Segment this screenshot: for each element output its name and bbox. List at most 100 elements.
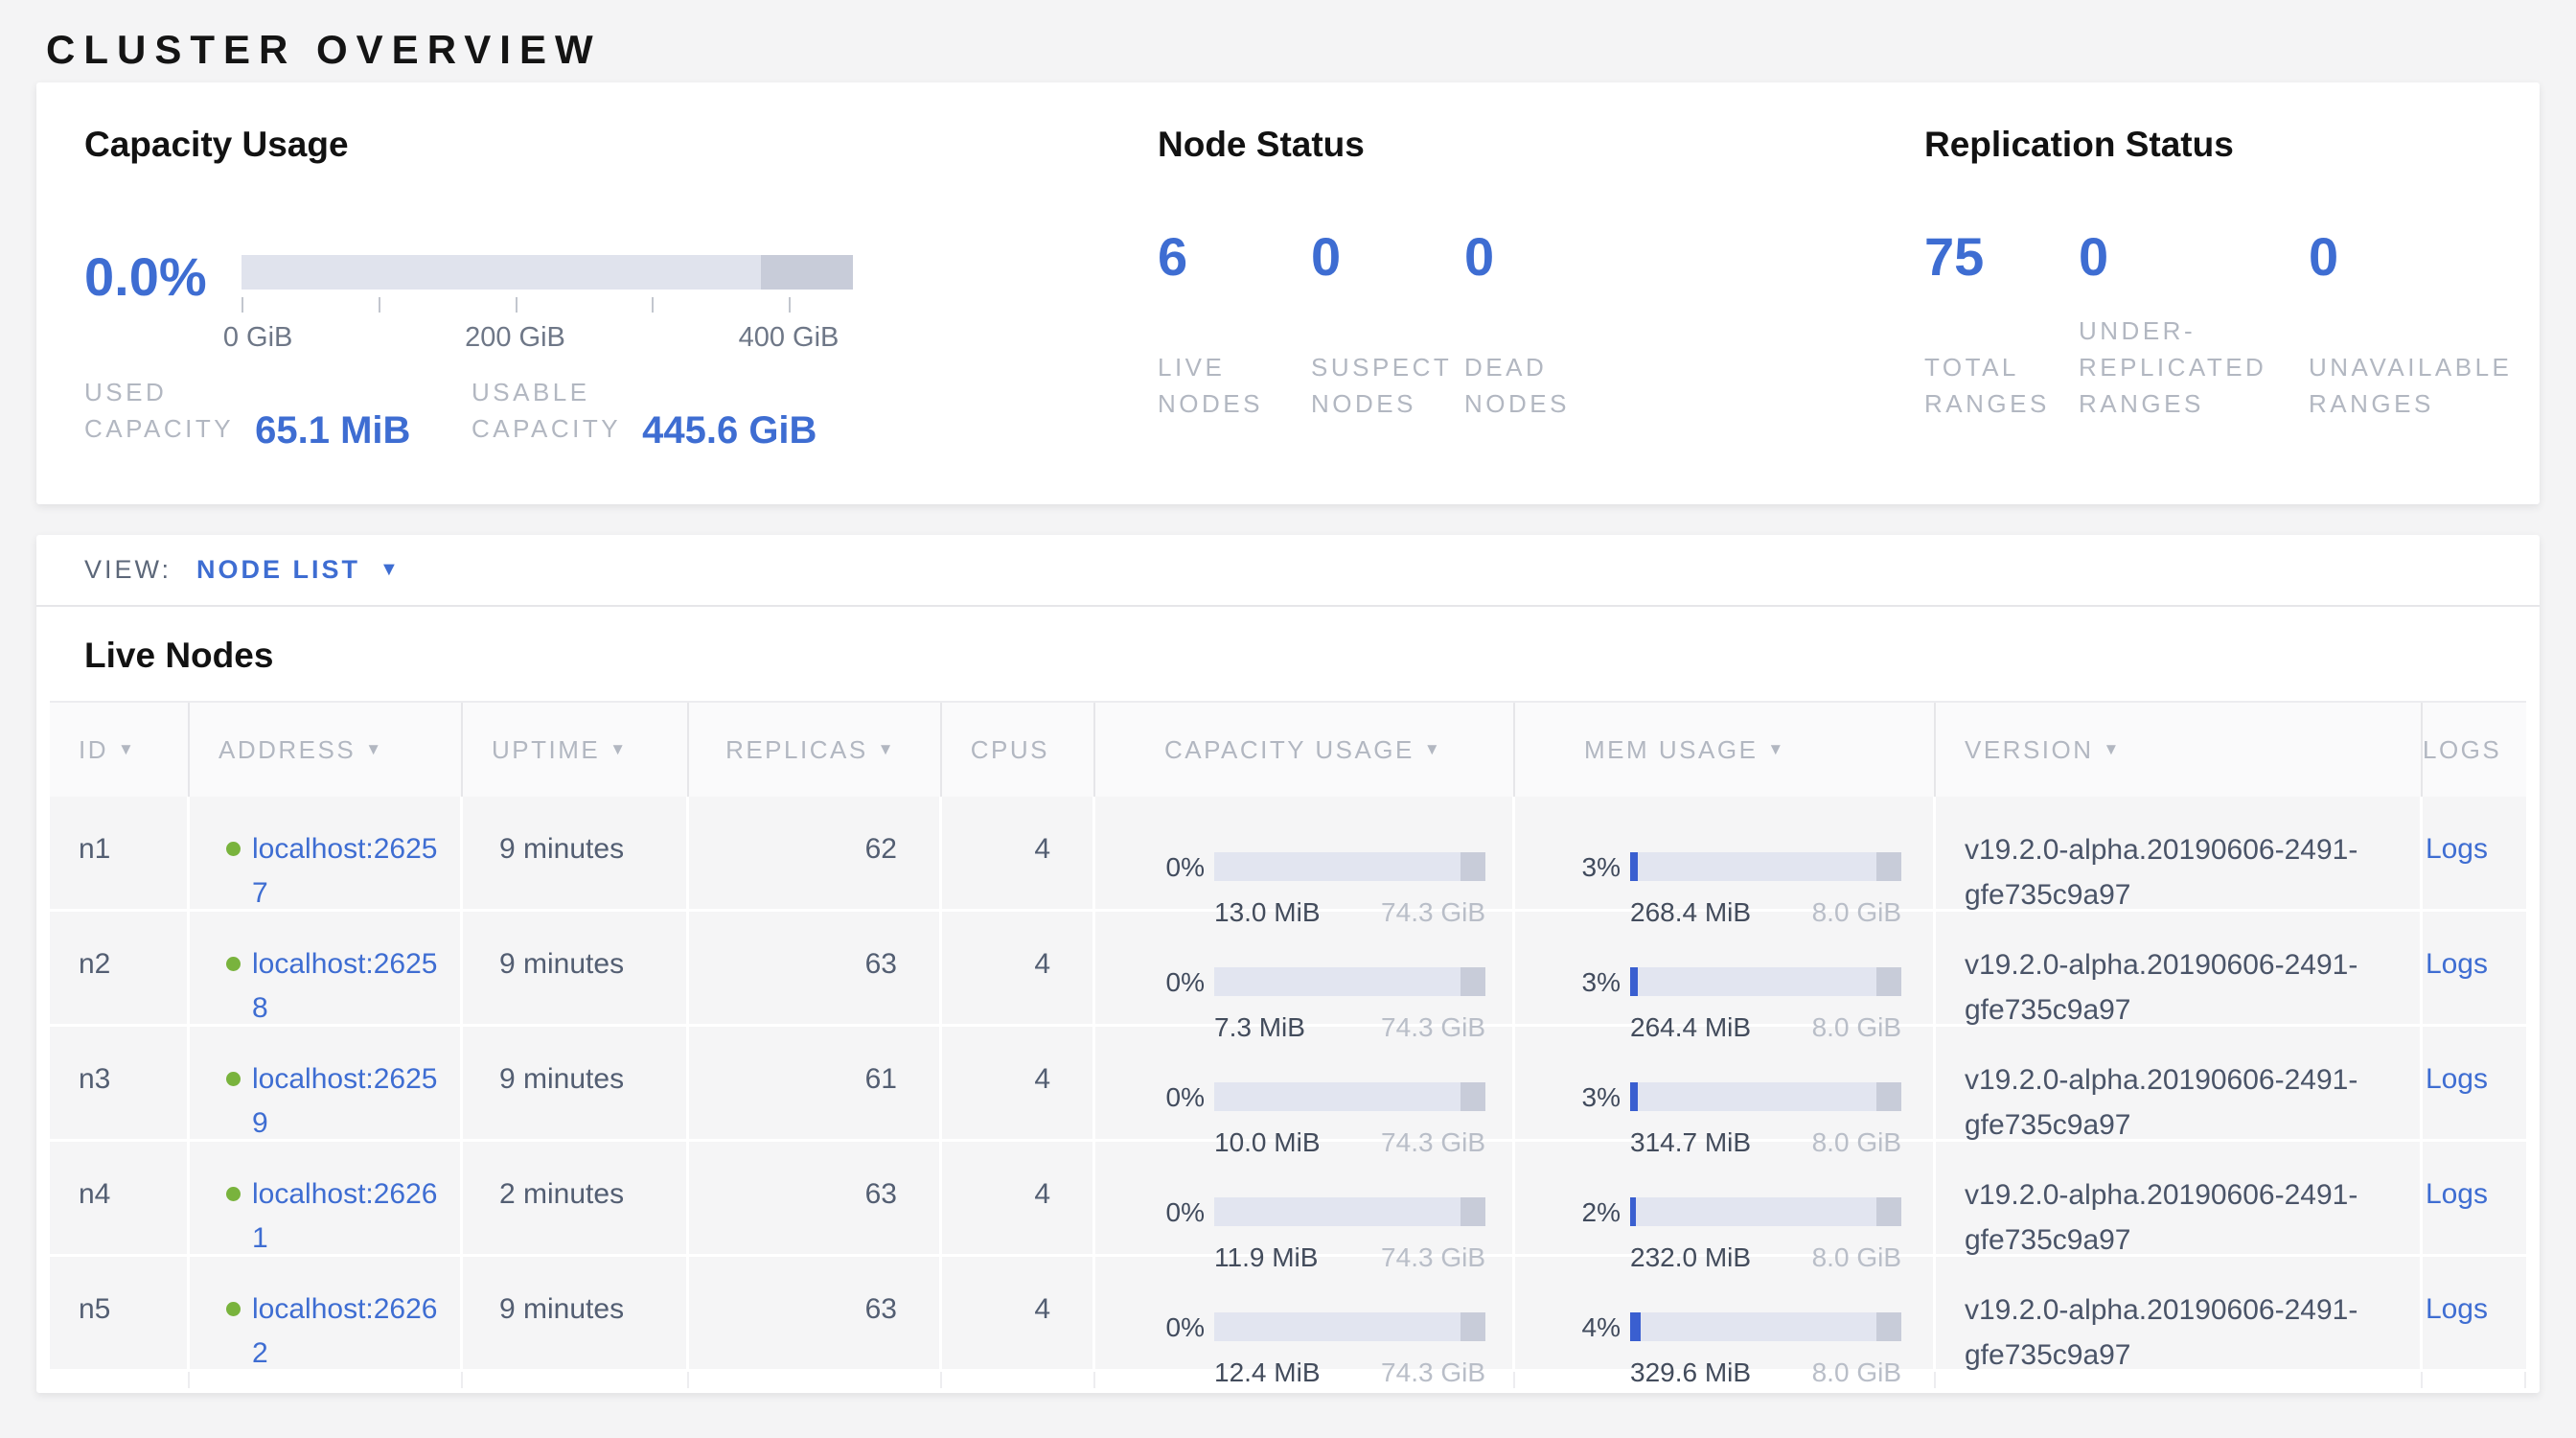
axis-label-0gib: 0 GiB <box>223 322 293 354</box>
sort-caret-icon: ▼ <box>1767 740 1785 759</box>
node-address-link[interactable]: localhost:26258 <box>252 942 449 1031</box>
unavailable-ranges-label: UNAVAILABLE RANGES <box>2309 349 2462 422</box>
axis-tick <box>379 297 380 313</box>
mem-usage-reserved-segment <box>1876 1197 1901 1226</box>
replication-status-stats: 75 TOTAL RANGES 0 UNDER- REPLICATED RANG… <box>1924 125 2462 422</box>
capacity-usage-reserved-segment <box>1460 1082 1485 1111</box>
capacity-usage-bar <box>1214 1312 1485 1341</box>
sort-caret-icon: ▼ <box>2104 740 2122 759</box>
node-list-card: VIEW: NODE LIST ▼ Live Nodes ID▼ ADDRESS… <box>36 535 2540 1393</box>
capacity-usage-title: Capacity Usage <box>84 125 1158 165</box>
capacity-usage-bar <box>1214 967 1485 996</box>
dead-nodes-stat: 0 DEAD NODES <box>1464 125 1618 422</box>
capacity-stats: USED CAPACITY 65.1 MiB USABLE CAPACITY 4… <box>84 374 816 447</box>
logs-link[interactable]: Logs <box>2426 1178 2488 1210</box>
table-row: n4 localhost:26261 2 minutes 63 4 0% <box>50 1142 2526 1257</box>
usable-capacity-value: 445.6 GiB <box>642 411 816 450</box>
cluster-overview-page: CLUSTER OVERVIEW Capacity Usage 0.0% <box>0 0 2576 1393</box>
mem-usage-fill <box>1630 967 1638 996</box>
node-version: v19.2.0-alpha.20190606-2491-gfe735c9a97 <box>1965 1057 2415 1148</box>
view-selector-dropdown[interactable]: NODE LIST ▼ <box>196 555 399 585</box>
column-header-id[interactable]: ID▼ <box>50 703 190 797</box>
column-header-capacity-usage[interactable]: CAPACITY USAGE▼ <box>1095 703 1515 797</box>
table-row: n5 localhost:26262 9 minutes 63 4 0% <box>50 1257 2526 1372</box>
view-selected-value[interactable]: NODE LIST <box>196 555 360 585</box>
mem-usage-reserved-segment <box>1876 967 1901 996</box>
table-header-row: ID▼ ADDRESS▼ UPTIME▼ REPLICAS▼ CPUS CAPA… <box>50 701 2526 797</box>
table-row: n1 localhost:26257 9 minutes 62 4 0% <box>50 797 2526 912</box>
node-address-link[interactable]: localhost:26259 <box>252 1057 449 1146</box>
column-header-logs: LOGS <box>2423 703 2536 797</box>
dead-nodes-label: DEAD NODES <box>1464 349 1618 422</box>
node-version: v19.2.0-alpha.20190606-2491-gfe735c9a97 <box>1965 1287 2415 1378</box>
column-header-cpus[interactable]: CPUS <box>942 703 1095 797</box>
mem-usage-reserved-segment <box>1876 852 1901 881</box>
mem-usage-fill <box>1630 1082 1638 1111</box>
capacity-gauge-reserved-segment <box>761 255 853 290</box>
usable-capacity-label: USABLE CAPACITY <box>472 374 621 447</box>
capacity-usage-bar <box>1214 1082 1485 1111</box>
total-ranges-label: TOTAL RANGES <box>1924 349 2079 422</box>
view-bar: VIEW: NODE LIST ▼ <box>36 535 2540 607</box>
logs-link[interactable]: Logs <box>2426 833 2488 865</box>
capacity-usage-reserved-segment <box>1460 967 1485 996</box>
capacity-usage-bar <box>1214 1197 1485 1226</box>
live-status-dot-icon <box>226 1187 241 1201</box>
capacity-gauge: 0.0% 0 GiB 200 GiB 400 GiB <box>84 224 1158 387</box>
logs-link[interactable]: Logs <box>2426 1293 2488 1325</box>
axis-tick <box>242 297 243 313</box>
node-address-link[interactable]: localhost:26261 <box>252 1172 449 1261</box>
column-header-uptime[interactable]: UPTIME▼ <box>463 703 689 797</box>
chevron-down-icon: ▼ <box>380 559 399 581</box>
mem-usage-fill <box>1630 1197 1636 1226</box>
column-header-replicas[interactable]: REPLICAS▼ <box>689 703 942 797</box>
column-header-address[interactable]: ADDRESS▼ <box>190 703 463 797</box>
summary-card: Capacity Usage 0.0% 0 GiB 200 GiB <box>36 82 2540 504</box>
sort-caret-icon: ▼ <box>118 740 136 759</box>
table-row: n3 localhost:26259 9 minutes 61 4 0% <box>50 1027 2526 1142</box>
table-row: n2 localhost:26258 9 minutes 63 4 0% <box>50 912 2526 1027</box>
live-nodes-table: ID▼ ADDRESS▼ UPTIME▼ REPLICAS▼ CPUS CAPA… <box>50 701 2526 1388</box>
logs-link[interactable]: Logs <box>2426 1063 2488 1095</box>
logs-link[interactable]: Logs <box>2426 948 2488 980</box>
node-address-link[interactable]: localhost:26257 <box>252 827 449 916</box>
node-version: v19.2.0-alpha.20190606-2491-gfe735c9a97 <box>1965 942 2415 1032</box>
capacity-usage-reserved-segment <box>1460 852 1485 881</box>
column-header-mem-usage[interactable]: MEM USAGE▼ <box>1515 703 1936 797</box>
capacity-gauge-bar: 0 GiB 200 GiB 400 GiB <box>242 224 853 387</box>
live-nodes-label: LIVE NODES <box>1158 349 1311 422</box>
live-status-dot-icon <box>226 1072 241 1086</box>
page-title: CLUSTER OVERVIEW <box>36 0 2540 77</box>
sort-caret-icon: ▼ <box>1424 740 1442 759</box>
node-version: v19.2.0-alpha.20190606-2491-gfe735c9a97 <box>1965 1172 2415 1263</box>
axis-tick <box>789 297 791 313</box>
live-status-dot-icon <box>226 957 241 971</box>
mem-usage-fill <box>1630 852 1638 881</box>
capacity-usage-bar <box>1214 852 1485 881</box>
sort-caret-icon: ▼ <box>610 740 628 759</box>
mem-usage-reserved-segment <box>1876 1082 1901 1111</box>
sort-caret-icon: ▼ <box>878 740 896 759</box>
capacity-gauge-track <box>242 255 853 290</box>
node-status-stats: 6 LIVE NODES 0 SUSPECT NODES 0 <box>1158 125 1618 422</box>
axis-tick <box>652 297 654 313</box>
unavailable-ranges-stat: 0 UNAVAILABLE RANGES <box>2309 125 2462 422</box>
node-status-section: Node Status 6 LIVE NODES 0 SUSPECT NODES <box>1158 82 1924 504</box>
capacity-usage-section: Capacity Usage 0.0% 0 GiB 200 GiB <box>84 82 1158 504</box>
capacity-usage-reserved-segment <box>1460 1197 1485 1226</box>
usable-capacity-stat: USABLE CAPACITY 445.6 GiB <box>472 374 816 447</box>
table-row-clipped <box>50 1372 2526 1388</box>
suspect-nodes-value: 0 <box>1311 228 1341 286</box>
node-address-link[interactable]: localhost:26262 <box>252 1287 449 1376</box>
dead-nodes-value: 0 <box>1464 228 1494 286</box>
axis-label-200gib: 200 GiB <box>465 322 565 354</box>
mem-usage-bar <box>1630 1312 1901 1341</box>
capacity-gauge-axis: 0 GiB 200 GiB 400 GiB <box>242 290 789 347</box>
used-capacity-stat: USED CAPACITY 65.1 MiB <box>84 374 472 447</box>
column-header-version[interactable]: VERSION▼ <box>1936 703 2423 797</box>
live-nodes-stat: 6 LIVE NODES <box>1158 125 1311 422</box>
mem-usage-reserved-segment <box>1876 1312 1901 1341</box>
replication-status-section: Replication Status 75 TOTAL RANGES 0 UND… <box>1924 82 2540 504</box>
live-status-dot-icon <box>226 842 241 856</box>
mem-usage-bar <box>1630 967 1901 996</box>
